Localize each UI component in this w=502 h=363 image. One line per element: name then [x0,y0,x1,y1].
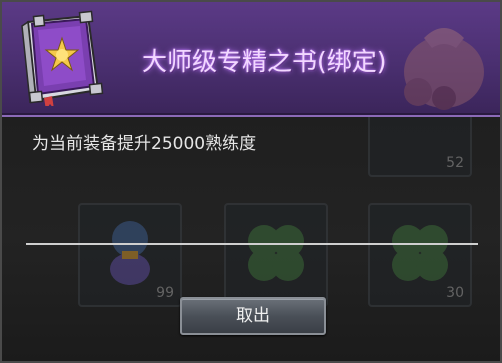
slot-count: 30 [446,285,464,301]
book-icon [21,10,104,106]
item-description: 为当前装备提升25000熟练度 [32,134,257,154]
slot-count: 99 [156,285,174,301]
slot-count: 52 [446,155,464,171]
dialog-title: 大师级专精之书(绑定) [142,47,387,76]
background-inventory-slot [224,203,328,307]
cancel-button[interactable]: 取出 [180,297,326,335]
dialog-body: 52 99 30 为当前装备提升25000熟练度 取出 [2,117,500,361]
potion-icon [110,221,150,285]
background-inventory-slot: 30 [368,203,472,307]
clover-icon [248,225,304,281]
clover-icon [392,225,448,281]
background-inventory-slot: 99 [78,203,182,307]
dialog-title-bar: 大师级专精之书(绑定) [2,2,500,117]
divider-line [26,243,478,245]
item-use-dialog: 大师级专精之书(绑定) 52 99 30 为当前装备提升25000熟练度 取出 [0,0,502,363]
